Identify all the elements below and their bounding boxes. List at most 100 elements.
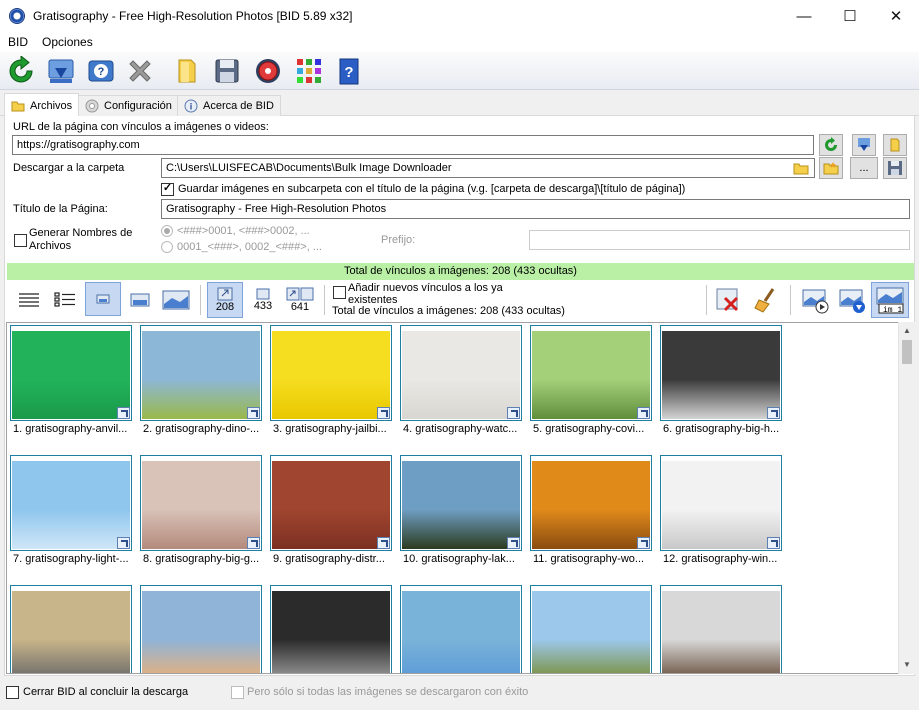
thumbnail[interactable] bbox=[400, 455, 522, 551]
radio-prefix-format[interactable] bbox=[161, 225, 173, 237]
link-icon bbox=[637, 407, 650, 419]
thumbnail-image bbox=[532, 461, 650, 549]
tab-acerca[interactable]: i Acerca de BID bbox=[177, 95, 281, 116]
thumbnail[interactable] bbox=[10, 585, 132, 673]
thumbnail[interactable] bbox=[530, 455, 652, 551]
open-folder-button[interactable] bbox=[883, 134, 907, 156]
thumbnail[interactable] bbox=[270, 455, 392, 551]
close-button[interactable]: ✕ bbox=[873, 0, 919, 32]
broom-icon bbox=[754, 288, 775, 313]
thumbnail[interactable] bbox=[660, 585, 782, 673]
thumbnail[interactable] bbox=[140, 455, 262, 551]
favorites-folder-button[interactable] bbox=[819, 157, 843, 179]
save-folder-button[interactable] bbox=[883, 157, 907, 179]
manual-icon[interactable]: ? bbox=[333, 55, 365, 87]
folder-icon[interactable] bbox=[172, 55, 204, 87]
rename-button[interactable]: im_1 bbox=[871, 282, 909, 318]
view-details-button[interactable] bbox=[11, 283, 47, 317]
close-on-finish-checkbox[interactable] bbox=[6, 686, 19, 699]
svg-text:?: ? bbox=[98, 66, 105, 78]
thumbnail-caption: 9. gratisography-distr... bbox=[273, 553, 385, 565]
prefix-input[interactable] bbox=[529, 230, 910, 250]
small-thumb-icon bbox=[96, 294, 110, 304]
filter-hidden-button[interactable]: 433 bbox=[245, 283, 281, 317]
link-icon bbox=[507, 407, 520, 419]
thumbnail-image bbox=[142, 461, 260, 549]
minimize-button[interactable]: — bbox=[781, 0, 827, 32]
save-icon[interactable] bbox=[211, 55, 243, 87]
menu-bid[interactable]: BID bbox=[8, 35, 28, 49]
url-input[interactable]: https://gratisography.com bbox=[12, 135, 814, 155]
filter-shown-button[interactable]: 208 bbox=[207, 282, 243, 318]
details-view-icon bbox=[19, 293, 39, 307]
thumbnail[interactable] bbox=[530, 585, 652, 673]
view-medium-thumbs-button[interactable] bbox=[122, 283, 158, 317]
download-icon[interactable] bbox=[45, 55, 77, 87]
scroll-down-icon[interactable]: ▼ bbox=[903, 660, 911, 669]
settings-icon[interactable] bbox=[252, 55, 284, 87]
scrollbar-thumb[interactable] bbox=[902, 340, 912, 364]
folder-input[interactable]: C:\Users\LUISFECAB\Documents\Bulk Image … bbox=[161, 158, 815, 178]
remove-image-icon bbox=[716, 288, 739, 312]
thumbnail[interactable] bbox=[270, 325, 392, 421]
thumbnail-image bbox=[142, 331, 260, 419]
tab-configuracion[interactable]: Configuración bbox=[78, 95, 179, 116]
thumbnail[interactable] bbox=[660, 325, 782, 421]
remove-selected-button[interactable] bbox=[711, 283, 747, 317]
separator bbox=[200, 285, 201, 315]
add-links-checkbox[interactable] bbox=[333, 286, 346, 299]
thumbnail[interactable] bbox=[270, 585, 392, 673]
download-selected-button[interactable] bbox=[797, 283, 833, 317]
tab-archivos[interactable]: Archivos bbox=[4, 93, 80, 117]
view-large-thumbs-button[interactable] bbox=[158, 283, 194, 317]
view-list-button[interactable] bbox=[47, 283, 83, 317]
thumbnail[interactable] bbox=[530, 325, 652, 421]
generate-names-checkbox[interactable] bbox=[14, 234, 27, 247]
image-download-icon bbox=[839, 289, 865, 313]
star-folder-icon bbox=[823, 162, 839, 175]
grid-icon[interactable] bbox=[293, 55, 325, 87]
download-all-button[interactable] bbox=[834, 283, 870, 317]
more-options-button[interactable]: ... bbox=[850, 157, 878, 179]
only-if-success-checkbox[interactable] bbox=[231, 686, 244, 699]
close-on-finish-label: Cerrar BID al concluir la descarga bbox=[23, 686, 189, 698]
refresh-icon[interactable] bbox=[5, 55, 37, 87]
vertical-scrollbar[interactable]: ▲ ▼ bbox=[898, 322, 915, 674]
thumbnail-image bbox=[12, 591, 130, 673]
maximize-button[interactable]: ☐ bbox=[827, 0, 873, 32]
page-title-input[interactable]: Gratisography - Free High-Resolution Pho… bbox=[161, 199, 910, 219]
main-toolbar: ? ? bbox=[0, 52, 919, 90]
separator bbox=[706, 285, 707, 315]
radio-suffix-format[interactable] bbox=[161, 241, 173, 253]
thumbnail-caption: 4. gratisography-watc... bbox=[403, 423, 518, 435]
clear-list-button[interactable] bbox=[749, 283, 785, 317]
help-icon[interactable]: ? bbox=[85, 55, 117, 87]
thumbnail[interactable] bbox=[140, 325, 262, 421]
filter-all-button[interactable]: 641 bbox=[282, 283, 318, 317]
thumbnail[interactable] bbox=[400, 325, 522, 421]
thumbnail-caption: 5. gratisography-covi... bbox=[533, 423, 645, 435]
thumbnail[interactable] bbox=[10, 325, 132, 421]
browse-folder-icon[interactable] bbox=[790, 159, 812, 177]
radio-suffix-format-label: 0001_<###>, 0002_<###>, ... bbox=[177, 241, 322, 253]
subfolder-checkbox[interactable] bbox=[161, 183, 174, 196]
thumbnail-grid[interactable]: 1. gratisography-anvil... 2. gratisograp… bbox=[6, 322, 899, 674]
prefix-label: Prefijo: bbox=[381, 234, 416, 246]
reload-button[interactable] bbox=[819, 134, 843, 156]
thumbnail[interactable] bbox=[10, 455, 132, 551]
fetch-button[interactable] bbox=[852, 134, 876, 156]
folder-icon bbox=[890, 138, 900, 152]
hidden-images-icon bbox=[256, 288, 270, 300]
thumbnail-image bbox=[532, 591, 650, 673]
thumbnail-caption: 8. gratisography-big-g... bbox=[143, 553, 260, 565]
view-small-thumbs-button[interactable] bbox=[85, 282, 121, 316]
scroll-up-icon[interactable]: ▲ bbox=[903, 326, 911, 335]
thumbnail-image bbox=[272, 461, 390, 549]
menu-bar: BID Opciones bbox=[0, 32, 919, 52]
stop-icon[interactable] bbox=[124, 55, 156, 87]
thumbnail[interactable] bbox=[660, 455, 782, 551]
menu-opciones[interactable]: Opciones bbox=[42, 35, 93, 49]
thumbnail[interactable] bbox=[140, 585, 262, 673]
thumbnail-caption: 2. gratisography-dino-... bbox=[143, 423, 260, 435]
thumbnail[interactable] bbox=[400, 585, 522, 673]
